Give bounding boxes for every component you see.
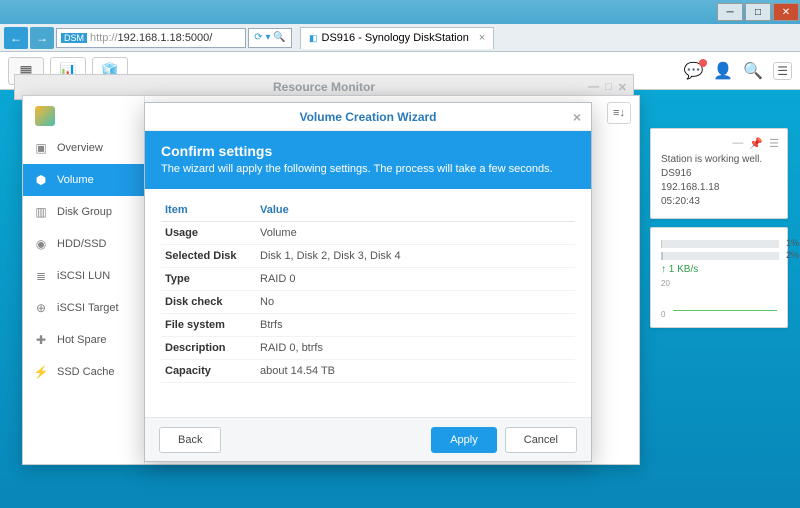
apply-button[interactable]: Apply bbox=[431, 427, 497, 453]
notification-icon[interactable]: 💬 bbox=[683, 61, 703, 81]
tab-favicon: ◧ bbox=[309, 33, 318, 44]
tab-title: DS916 - Synology DiskStation bbox=[322, 32, 469, 44]
wizard-footer: Back Apply Cancel bbox=[145, 417, 591, 461]
browser-toolbar: ← → DSM http:// 192.168.1.18:5000/ ⟳ ▾ 🔍… bbox=[0, 24, 800, 52]
forward-button[interactable]: → bbox=[30, 27, 54, 49]
address-bar[interactable]: DSM http:// 192.168.1.18:5000/ bbox=[56, 28, 246, 48]
health-time: 05:20:43 bbox=[661, 196, 779, 207]
sidebar-item-ssd-cache[interactable]: ⚡ SSD Cache bbox=[23, 356, 144, 388]
sidebar-item-iscsi-target[interactable]: ⊕ iSCSI Target bbox=[23, 292, 144, 324]
sidebar-label: Hot Spare bbox=[57, 334, 107, 346]
search-icon[interactable]: 🔍 bbox=[743, 61, 763, 81]
sidebar-label: iSCSI LUN bbox=[57, 270, 110, 282]
table-row: Capacityabout 14.54 TB bbox=[161, 360, 575, 383]
sidebar-item-overview[interactable]: ▣ Overview bbox=[23, 132, 144, 164]
cancel-button[interactable]: Cancel bbox=[505, 427, 577, 453]
wizard-heading: Confirm settings bbox=[161, 143, 575, 159]
window-maximize-icon[interactable]: □ bbox=[605, 81, 612, 94]
storage-manager-logo-icon bbox=[35, 106, 55, 126]
sidebar-label: SSD Cache bbox=[57, 366, 114, 378]
widgets-icon[interactable]: ☰ bbox=[773, 62, 792, 80]
up-arrow-icon: ↑ bbox=[661, 264, 666, 275]
iscsi-lun-icon: ≣ bbox=[33, 269, 49, 283]
overview-icon: ▣ bbox=[33, 141, 49, 155]
wizard-banner: Confirm settings The wizard will apply t… bbox=[145, 131, 591, 189]
sidebar-label: Disk Group bbox=[57, 206, 112, 218]
close-button[interactable]: ✕ bbox=[773, 3, 799, 21]
sidebar-label: Volume bbox=[57, 174, 94, 186]
wizard-title: Volume Creation Wizard bbox=[299, 110, 436, 124]
health-status: Station is working well. bbox=[661, 154, 779, 165]
system-health-widget: — 📌 ☰ Station is working well. DS916 192.1… bbox=[650, 128, 788, 219]
sidebar-item-diskgroup[interactable]: ▥ Disk Group bbox=[23, 196, 144, 228]
widget-pin-icon[interactable]: — bbox=[732, 137, 743, 150]
hdd-icon: ◉ bbox=[33, 237, 49, 251]
wizard-subheading: The wizard will apply the following sett… bbox=[161, 163, 575, 175]
back-button[interactable]: ← bbox=[4, 27, 28, 49]
col-item: Item bbox=[161, 199, 256, 222]
window-minimize-icon[interactable]: — bbox=[588, 81, 599, 94]
diskgroup-icon: ▥ bbox=[33, 205, 49, 219]
wizard-close-icon[interactable]: × bbox=[573, 109, 581, 125]
table-row: Disk checkNo bbox=[161, 291, 575, 314]
table-row: Selected DiskDisk 1, Disk 2, Disk 3, Dis… bbox=[161, 245, 575, 268]
sidebar-item-hdd-ssd[interactable]: ◉ HDD/SSD bbox=[23, 228, 144, 260]
storage-sidebar: ▣ Overview ⬢ Volume ▥ Disk Group ◉ HDD/SSD ≣… bbox=[23, 96, 145, 464]
health-ip: 192.168.1.18 bbox=[661, 182, 779, 193]
col-value: Value bbox=[256, 199, 575, 222]
widget-menu-icon[interactable]: ☰ bbox=[769, 137, 779, 150]
window-close-icon[interactable]: ✕ bbox=[618, 81, 627, 94]
sidebar-label: Overview bbox=[57, 142, 103, 154]
user-icon[interactable]: 👤 bbox=[713, 61, 733, 81]
network-rate: ↑ 1 KB/s bbox=[661, 264, 779, 275]
network-chart: 20 0 bbox=[661, 279, 779, 319]
sidebar-label: iSCSI Target bbox=[57, 302, 119, 314]
tab-close-icon[interactable]: × bbox=[479, 32, 485, 44]
sidebar-item-iscsi-lun[interactable]: ≣ iSCSI LUN bbox=[23, 260, 144, 292]
browser-tab[interactable]: ◧ DS916 - Synology DiskStation × bbox=[300, 27, 494, 49]
table-row: DescriptionRAID 0, btrfs bbox=[161, 337, 575, 360]
refresh-search-button[interactable]: ⟳ ▾ 🔍 bbox=[248, 28, 292, 48]
health-model: DS916 bbox=[661, 168, 779, 179]
iscsi-target-icon: ⊕ bbox=[33, 301, 49, 315]
wizard-settings-table: Item Value UsageVolume Selected DiskDisk… bbox=[145, 189, 591, 383]
ram-bar: 2% bbox=[661, 252, 779, 260]
table-row: File systemBtrfs bbox=[161, 314, 575, 337]
ssdcache-icon: ⚡ bbox=[33, 365, 49, 379]
sort-button[interactable]: ≡↓ bbox=[607, 102, 631, 124]
sidebar-label: HDD/SSD bbox=[57, 238, 107, 250]
sidebar-item-hot-spare[interactable]: ✚ Hot Spare bbox=[23, 324, 144, 356]
widget-pin-icon[interactable]: 📌 bbox=[749, 137, 763, 150]
url-text: 192.168.1.18:5000/ bbox=[118, 32, 213, 44]
volume-creation-wizard: Volume Creation Wizard × Confirm setting… bbox=[144, 102, 592, 462]
desktop-widgets: — 📌 ☰ Station is working well. DS916 192.1… bbox=[650, 128, 788, 336]
resource-widget: 1% 2% ↑ 1 KB/s 20 0 bbox=[650, 227, 788, 328]
volume-icon: ⬢ bbox=[33, 173, 49, 187]
window-titlebar: ─ □ ✕ bbox=[0, 0, 800, 24]
wizard-titlebar: Volume Creation Wizard × bbox=[145, 103, 591, 131]
maximize-button[interactable]: □ bbox=[745, 3, 771, 21]
cpu-bar: 1% bbox=[661, 240, 779, 248]
sidebar-item-volume[interactable]: ⬢ Volume bbox=[23, 164, 144, 196]
table-row: UsageVolume bbox=[161, 222, 575, 245]
table-row: TypeRAID 0 bbox=[161, 268, 575, 291]
url-prefix: http:// bbox=[90, 32, 118, 44]
minimize-button[interactable]: ─ bbox=[717, 3, 743, 21]
site-badge: DSM bbox=[61, 33, 87, 43]
hotspare-icon: ✚ bbox=[33, 333, 49, 347]
resource-monitor-title: Resource Monitor bbox=[273, 80, 375, 94]
back-button[interactable]: Back bbox=[159, 427, 221, 453]
